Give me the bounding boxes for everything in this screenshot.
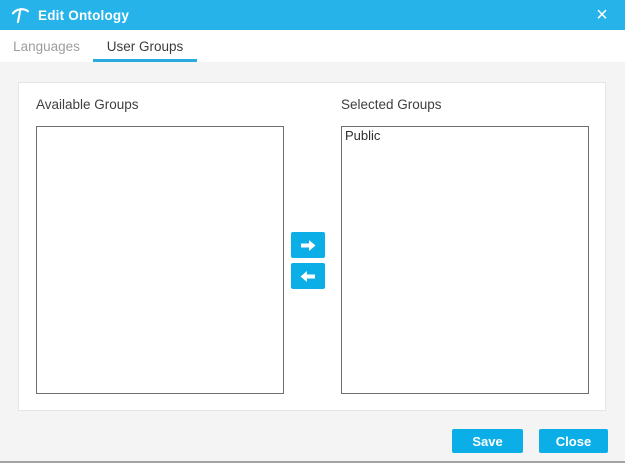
dialog-bottom-edge	[0, 461, 625, 463]
dialog-header: Edit Ontology ×	[0, 0, 625, 30]
arrow-left-icon	[299, 270, 317, 283]
close-icon[interactable]: ×	[587, 0, 617, 30]
dialog-title: Edit Ontology	[38, 7, 130, 23]
selected-groups-label: Selected Groups	[341, 97, 442, 112]
list-item[interactable]: Public	[342, 127, 588, 144]
save-button[interactable]: Save	[452, 429, 523, 453]
available-groups-label: Available Groups	[36, 97, 139, 112]
pickaxe-logo-icon	[9, 4, 31, 26]
tab-user-groups[interactable]: User Groups	[93, 30, 197, 62]
edit-ontology-dialog: Edit Ontology × Languages User Groups Av…	[0, 0, 625, 467]
selected-groups-listbox[interactable]: Public	[341, 126, 589, 394]
close-button[interactable]: Close	[539, 429, 608, 453]
tab-bar: Languages User Groups	[0, 30, 625, 62]
arrow-right-icon	[299, 239, 317, 252]
dialog-body: Available Groups Selected Groups Public	[0, 62, 625, 461]
tab-languages[interactable]: Languages	[0, 30, 93, 62]
available-groups-listbox[interactable]	[36, 126, 284, 394]
user-groups-panel: Available Groups Selected Groups Public	[18, 82, 606, 411]
move-right-button[interactable]	[291, 232, 325, 258]
move-left-button[interactable]	[291, 263, 325, 289]
